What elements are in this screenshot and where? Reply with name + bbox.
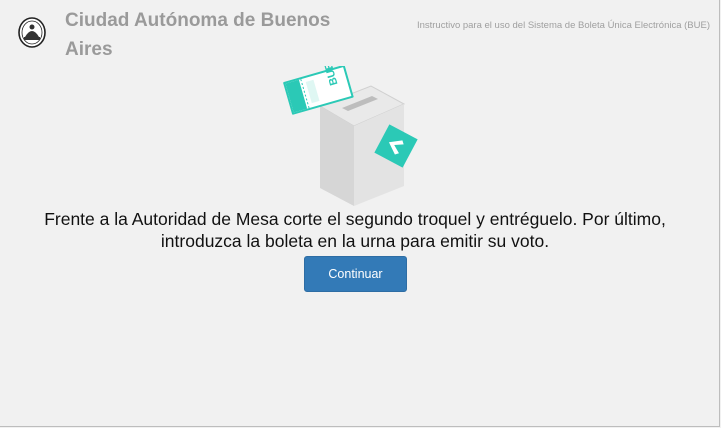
instruction-line-2: introduzca la boleta en la urna para emi…	[160, 231, 550, 251]
ballot-box-icon: BUE	[283, 66, 418, 206]
city-emblem-icon	[18, 17, 46, 48]
system-subtitle: Instructivo para el uso del Sistema de B…	[416, 20, 710, 31]
instruction-text: Frente a la Autoridad de Mesa corte el s…	[0, 208, 710, 252]
instruction-line-1: Frente a la Autoridad de Mesa corte el s…	[44, 209, 666, 229]
continue-button[interactable]: Continuar	[304, 256, 407, 292]
city-title: Ciudad Autónoma de Buenos Aires	[65, 10, 331, 60]
